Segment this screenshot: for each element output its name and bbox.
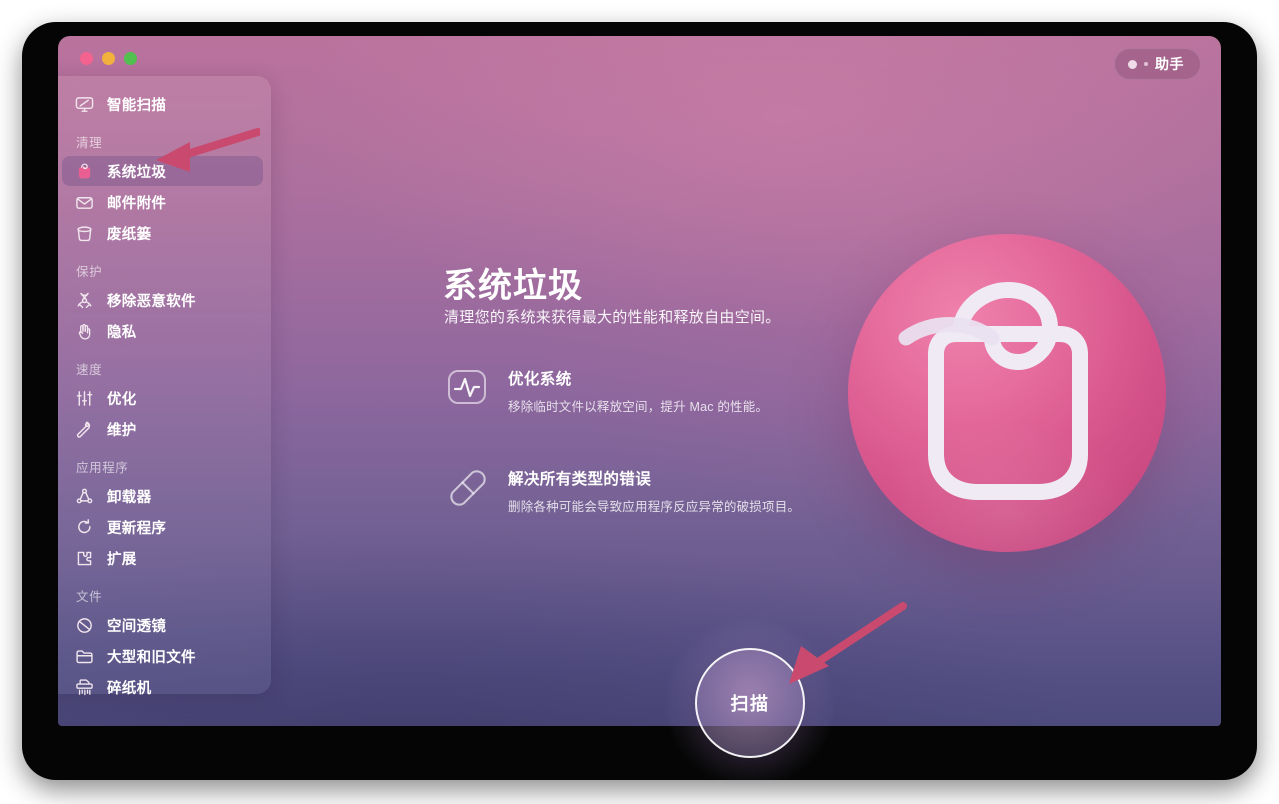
sidebar-item-label: 大型和旧文件 xyxy=(107,649,196,666)
feature-row-errors: 解决所有类型的错误 删除各种可能会导致应用程序反应异常的破损项目。 xyxy=(444,464,800,515)
assistant-button[interactable]: 助手 xyxy=(1114,48,1201,80)
assistant-dot-small-icon xyxy=(1144,62,1148,66)
sidebar-item-label: 邮件附件 xyxy=(107,195,167,212)
sidebar-group-title-cleanup: 清理 xyxy=(76,136,103,150)
sidebar-item-label: 系统垃圾 xyxy=(107,164,167,181)
sidebar-item-label: 优化 xyxy=(107,391,137,408)
sidebar-item-maintenance[interactable]: 维护 xyxy=(62,414,263,444)
sidebar-item-label: 空间透镜 xyxy=(107,618,167,635)
extensions-puzzle-icon xyxy=(74,548,95,569)
sidebar-item-trash[interactable]: 废纸篓 xyxy=(62,218,263,248)
sidebar-inner: 智能扫描 清理 系统垃圾 邮件附件 废纸篓 保护 移除恶意软件 隐私 速度 优化… xyxy=(58,76,271,702)
scan-button-label: 扫描 xyxy=(730,694,770,714)
sidebar-item-privacy[interactable]: 隐私 xyxy=(62,316,263,346)
sidebar-item-label: 维护 xyxy=(107,422,137,439)
uninstaller-icon xyxy=(74,486,95,507)
sidebar-group-title-protection: 保护 xyxy=(76,265,103,279)
page-subtitle: 清理您的系统来获得最大的性能和释放自由空间。 xyxy=(444,309,781,326)
scan-button[interactable]: 扫描 xyxy=(695,648,805,758)
sidebar-item-shredder[interactable]: 碎纸机 xyxy=(62,672,263,702)
sidebar-item-mail-attachments[interactable]: 邮件附件 xyxy=(62,187,263,217)
assistant-dots-icon xyxy=(1128,59,1137,69)
wrench-icon xyxy=(74,419,95,440)
hand-icon xyxy=(74,321,95,342)
updater-refresh-icon xyxy=(74,517,95,538)
sidebar-item-label: 更新程序 xyxy=(107,520,167,537)
sidebar-item-uninstaller[interactable]: 卸载器 xyxy=(62,481,263,511)
sidebar-item-label: 废纸篓 xyxy=(107,226,152,243)
sidebar-item-smart-scan[interactable]: 智能扫描 xyxy=(62,89,263,119)
main-content: 系统垃圾 清理您的系统来获得最大的性能和释放自由空间。 优化系统 移除临时文件以… xyxy=(388,36,1221,726)
feature-description: 删除各种可能会导致应用程序反应异常的破损项目。 xyxy=(508,500,801,514)
sidebar-item-system-junk[interactable]: 系统垃圾 xyxy=(62,156,263,186)
capsule-pill-icon xyxy=(444,464,490,510)
assistant-button-label: 助手 xyxy=(1155,56,1184,72)
sidebar-item-updater[interactable]: 更新程序 xyxy=(62,512,263,542)
sidebar-group-title-speed: 速度 xyxy=(76,363,103,377)
app-window: 助手 系统垃圾 清理您的系统来获得最大的性能和释放自由空间。 优化系统 移除临时… xyxy=(58,36,1221,726)
zoom-button-icon[interactable] xyxy=(124,52,137,65)
scan-button-container: 扫描 xyxy=(663,616,837,790)
sidebar-item-label: 扩展 xyxy=(107,551,137,568)
sliders-icon xyxy=(74,388,95,409)
folder-icon xyxy=(74,646,95,667)
trash-bag-sphere-illustration xyxy=(848,234,1166,552)
sidebar-item-large-old-files[interactable]: 大型和旧文件 xyxy=(62,641,263,671)
sidebar-item-label: 隐私 xyxy=(107,324,137,341)
smart-scan-monitor-icon xyxy=(74,94,95,115)
sidebar-item-label: 智能扫描 xyxy=(107,97,167,114)
feature-text-optimize: 优化系统 移除临时文件以释放空间，提升 Mac 的性能。 xyxy=(508,364,768,415)
trash-bag-icon xyxy=(74,161,95,182)
sidebar-item-label: 移除恶意软件 xyxy=(107,293,196,310)
traffic-lights xyxy=(80,52,137,65)
sidebar-item-optimization[interactable]: 优化 xyxy=(62,383,263,413)
envelope-icon xyxy=(74,192,95,213)
screenshot-stage: 助手 系统垃圾 清理您的系统来获得最大的性能和释放自由空间。 优化系统 移除临时… xyxy=(0,0,1279,804)
feature-title: 优化系统 xyxy=(508,371,572,388)
sidebar-item-space-lens[interactable]: 空间透镜 xyxy=(62,610,263,640)
sidebar-item-label: 碎纸机 xyxy=(107,680,152,697)
biohazard-icon xyxy=(74,290,95,311)
pulse-wave-icon xyxy=(444,364,490,410)
feature-row-optimize: 优化系统 移除临时文件以释放空间，提升 Mac 的性能。 xyxy=(444,364,768,415)
space-lens-icon xyxy=(74,615,95,636)
sidebar-item-malware-removal[interactable]: 移除恶意软件 xyxy=(62,285,263,315)
sidebar-group-title-applications: 应用程序 xyxy=(76,461,129,475)
sidebar-item-extensions[interactable]: 扩展 xyxy=(62,543,263,573)
feature-text-errors: 解决所有类型的错误 删除各种可能会导致应用程序反应异常的破损项目。 xyxy=(508,464,800,515)
window-titlebar: 助手 xyxy=(58,36,1221,82)
sidebar-group-title-files: 文件 xyxy=(76,590,103,604)
page-title: 系统垃圾 xyxy=(443,267,583,305)
feature-description: 移除临时文件以释放空间，提升 Mac 的性能。 xyxy=(508,400,769,414)
trash-bin-icon xyxy=(74,223,95,244)
minimize-button-icon[interactable] xyxy=(102,52,115,65)
feature-title: 解决所有类型的错误 xyxy=(508,471,652,488)
close-button-icon[interactable] xyxy=(80,52,93,65)
sidebar-item-label: 卸载器 xyxy=(107,489,152,506)
sidebar: 智能扫描 清理 系统垃圾 邮件附件 废纸篓 保护 移除恶意软件 隐私 速度 优化… xyxy=(58,76,271,697)
shredder-icon xyxy=(74,677,95,698)
bag-ribbon-icon xyxy=(898,281,1088,500)
